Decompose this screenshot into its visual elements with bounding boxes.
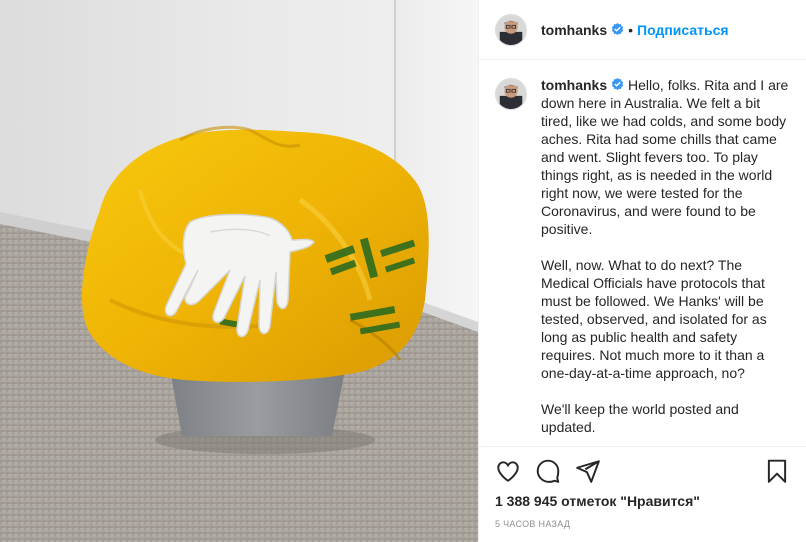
post-photo[interactable]	[0, 0, 478, 542]
like-count[interactable]: 1 388 945 отметок "Нравится"	[495, 493, 790, 509]
avatar[interactable]	[495, 13, 527, 46]
photo-trash-bin-illustration	[0, 0, 478, 542]
verified-badge-icon	[611, 78, 624, 91]
caption-text: Hello, folks. Rita and I are down here i…	[541, 77, 789, 237]
header-separator: •	[628, 21, 634, 38]
post-author-username[interactable]: tomhanks	[541, 22, 607, 38]
post-header: tomhanks • Подписаться	[479, 0, 806, 60]
caption-username[interactable]: tomhanks	[541, 77, 607, 93]
caption-paragraph: Well, now. What to do next? The Medical …	[541, 257, 767, 381]
caption-paragraph: We'll keep the world posted and updated.	[541, 401, 739, 435]
post-caption: tomhanks Hello, folks. Rita and I are do…	[541, 76, 792, 446]
action-icon-row	[495, 447, 790, 495]
verified-badge-icon	[611, 23, 624, 36]
post-side-panel: tomhanks • Подписаться tomhanks Hello, f…	[478, 0, 806, 542]
comments-section: tomhanks Hello, folks. Rita and I are do…	[479, 60, 806, 446]
post-timestamp[interactable]: 5 часов назад	[495, 519, 790, 529]
avatar-image	[496, 14, 526, 45]
share-icon[interactable]	[575, 458, 601, 484]
avatar-image	[496, 79, 526, 109]
follow-button[interactable]: Подписаться	[637, 22, 729, 38]
bookmark-icon[interactable]	[764, 458, 790, 484]
post-actions: 1 388 945 отметок "Нравится" 5 часов наз…	[479, 446, 806, 542]
comment-icon[interactable]	[535, 458, 561, 484]
instagram-post: tomhanks • Подписаться tomhanks Hello, f…	[0, 0, 806, 542]
heart-icon[interactable]	[495, 458, 521, 484]
caption-paragraph: tomhanks Hello, folks. Rita and I are do…	[541, 76, 792, 238]
caption-avatar[interactable]	[495, 78, 527, 110]
caption-row: tomhanks Hello, folks. Rita and I are do…	[495, 76, 792, 446]
